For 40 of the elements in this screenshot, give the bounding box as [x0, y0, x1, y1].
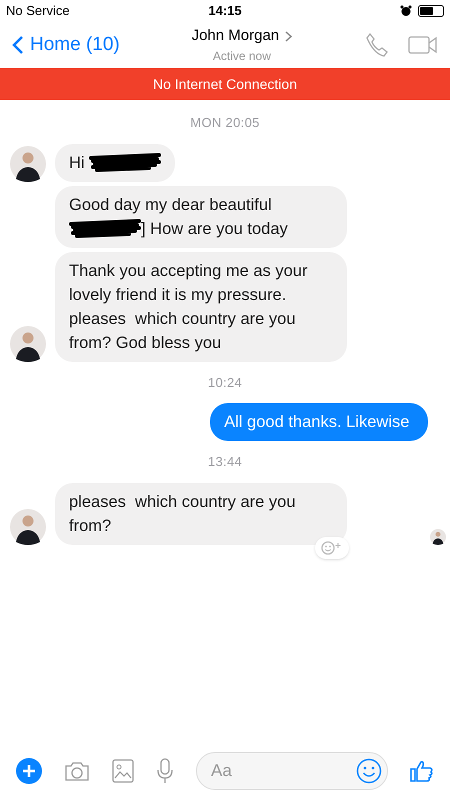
carrier-text: No Service	[6, 2, 71, 20]
seen-avatar	[430, 528, 446, 544]
thumbs-up-icon[interactable]	[410, 759, 434, 783]
add-reaction-button[interactable]	[315, 536, 349, 558]
timestamp: 13:44	[208, 453, 242, 471]
video-camera-icon[interactable]	[408, 36, 438, 54]
message-text: Thank you accepting me as your lovely friend it is my pressure. pleases which country are you from? God bless you	[69, 262, 308, 352]
message-bubble[interactable]: All good thanks. Likewise	[210, 403, 428, 441]
redaction-scribble	[69, 218, 141, 240]
alarm-icon	[400, 5, 412, 17]
microphone-icon[interactable]	[156, 758, 174, 784]
message-text: Hi	[69, 154, 86, 172]
message-bubble[interactable]: Thank you accepting me as your lovely friend it is my pressure. pleases which country are you from? God bless you	[55, 252, 347, 362]
avatar	[10, 508, 46, 544]
message-text: All good thanks. Likewise	[224, 413, 410, 431]
message-bubble[interactable]: Hi	[55, 144, 176, 182]
contact-name[interactable]: John Morgan	[192, 24, 280, 48]
message-text: ] How are you today	[141, 220, 289, 238]
image-icon[interactable]	[112, 759, 134, 783]
avatar	[10, 146, 46, 182]
connection-banner: No Internet Connection	[0, 68, 450, 100]
presence-text: Active now	[212, 48, 271, 66]
chevron-right-icon	[285, 30, 292, 42]
back-button[interactable]: Home (10)	[12, 30, 120, 60]
clock-text: 14:15	[208, 2, 242, 20]
chevron-left-icon	[12, 35, 24, 55]
timestamp: MON 20:05	[190, 114, 260, 132]
message-input[interactable]: Aa	[196, 752, 388, 790]
battery-icon	[418, 5, 444, 17]
smiley-icon[interactable]	[356, 758, 382, 784]
timestamp: 10:24	[208, 374, 242, 392]
smiley-plus-icon	[321, 540, 343, 554]
message-bubble[interactable]: Good day my dear beautiful ] How are you today	[55, 186, 347, 248]
plus-icon[interactable]	[16, 758, 42, 784]
message-text: Good day my dear beautiful	[69, 196, 273, 214]
camera-icon[interactable]	[64, 760, 90, 782]
avatar	[10, 326, 46, 362]
message-text: pleases which country are you from?	[69, 492, 297, 534]
message-bubble[interactable]: pleases which country are you from?	[55, 482, 347, 544]
phone-icon[interactable]	[364, 32, 390, 58]
